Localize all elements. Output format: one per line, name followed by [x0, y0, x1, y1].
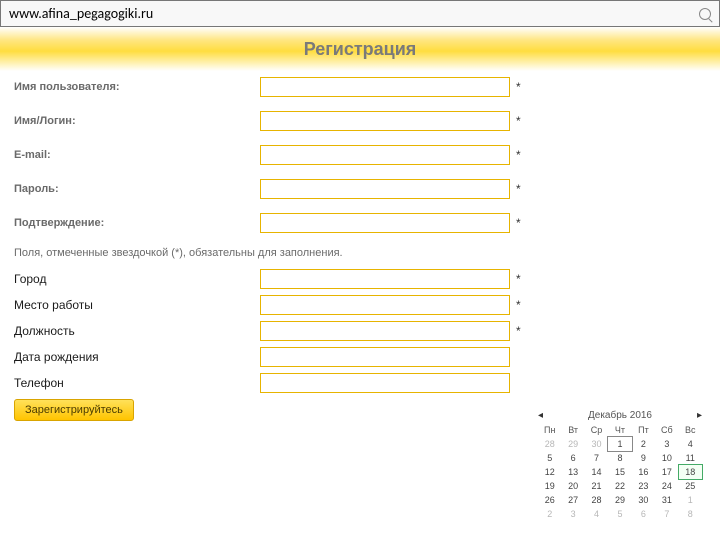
form-row: Имя пользователя: *	[14, 77, 706, 97]
cal-month: Декабрь 2016	[588, 410, 652, 421]
cal-day[interactable]: 5	[538, 451, 561, 465]
cal-day[interactable]: 19	[538, 479, 561, 493]
text-input[interactable]	[260, 269, 510, 289]
cal-day[interactable]: 26	[538, 493, 561, 507]
cal-day[interactable]: 31	[655, 493, 678, 507]
cal-day[interactable]: 6	[632, 507, 655, 521]
field-label: Имя пользователя:	[14, 81, 260, 93]
cal-day[interactable]: 16	[632, 465, 655, 479]
url-bar: www.afina_pegagogiki.ru	[0, 0, 720, 27]
cal-day[interactable]: 4	[585, 507, 608, 521]
required-star: *	[516, 324, 521, 338]
cal-day[interactable]: 11	[679, 451, 702, 465]
cal-dow: Вс	[679, 423, 702, 437]
text-input[interactable]	[260, 347, 510, 367]
text-input[interactable]	[260, 213, 510, 233]
cal-day[interactable]: 14	[585, 465, 608, 479]
cal-day[interactable]: 6	[561, 451, 584, 465]
page-title: Регистрация	[304, 39, 417, 60]
field-label: Подтверждение:	[14, 217, 260, 229]
cal-day[interactable]: 2	[632, 437, 655, 451]
required-star: *	[516, 148, 521, 162]
cal-day[interactable]: 24	[655, 479, 678, 493]
cal-day[interactable]: 30	[632, 493, 655, 507]
form-row: Город *	[14, 269, 706, 289]
form-row: Должность *	[14, 321, 706, 341]
form-row: E-mail: *	[14, 145, 706, 165]
cal-day[interactable]: 17	[655, 465, 678, 479]
cal-day[interactable]: 3	[561, 507, 584, 521]
required-star: *	[516, 182, 521, 196]
required-star: *	[516, 298, 521, 312]
text-input[interactable]	[260, 111, 510, 131]
cal-day[interactable]: 8	[608, 451, 631, 465]
field-label: Дата рождения	[14, 350, 260, 364]
form-row: Дата рождения	[14, 347, 706, 367]
text-input[interactable]	[260, 77, 510, 97]
field-label: Пароль:	[14, 183, 260, 195]
cal-day[interactable]: 25	[679, 479, 702, 493]
field-label: Должность	[14, 324, 260, 338]
cal-day[interactable]: 10	[655, 451, 678, 465]
cal-dow: Пт	[632, 423, 655, 437]
search-icon[interactable]	[699, 8, 711, 20]
cal-prev[interactable]: ◂	[538, 410, 543, 421]
form-row: Имя/Логин: *	[14, 111, 706, 131]
cal-day[interactable]: 7	[585, 451, 608, 465]
cal-day[interactable]: 30	[585, 437, 608, 451]
required-star: *	[516, 80, 521, 94]
required-note: Поля, отмеченные звездочкой (*), обязате…	[14, 247, 706, 259]
text-input[interactable]	[260, 295, 510, 315]
cal-day[interactable]: 22	[608, 479, 631, 493]
text-input[interactable]	[260, 179, 510, 199]
cal-day[interactable]: 29	[561, 437, 584, 451]
date-picker[interactable]: ◂ Декабрь 2016 ▸ ПнВтСрЧтПтСбВс 28293012…	[538, 410, 702, 521]
cal-day[interactable]: 18	[679, 465, 702, 479]
cal-day[interactable]: 1	[608, 437, 631, 451]
text-input[interactable]	[260, 373, 510, 393]
cal-day[interactable]: 7	[655, 507, 678, 521]
page-url: www.afina_pegagogiki.ru	[9, 5, 153, 22]
cal-day[interactable]: 21	[585, 479, 608, 493]
cal-day[interactable]: 9	[632, 451, 655, 465]
cal-day[interactable]: 28	[538, 437, 561, 451]
page-title-bar: Регистрация	[0, 27, 720, 71]
cal-dow: Чт	[608, 423, 631, 437]
cal-day[interactable]: 28	[585, 493, 608, 507]
field-label: E-mail:	[14, 149, 260, 161]
required-star: *	[516, 216, 521, 230]
cal-day[interactable]: 20	[561, 479, 584, 493]
cal-day[interactable]: 27	[561, 493, 584, 507]
cal-next[interactable]: ▸	[697, 410, 702, 421]
required-star: *	[516, 114, 521, 128]
cal-day[interactable]: 2	[538, 507, 561, 521]
field-label: Место работы	[14, 298, 260, 312]
cal-day[interactable]: 1	[679, 493, 702, 507]
field-label: Город	[14, 272, 260, 286]
form-row: Место работы *	[14, 295, 706, 315]
register-button[interactable]: Зарегистрируйтесь	[14, 399, 134, 421]
text-input[interactable]	[260, 145, 510, 165]
cal-day[interactable]: 4	[679, 437, 702, 451]
cal-dow: Вт	[561, 423, 584, 437]
cal-dow: Сб	[655, 423, 678, 437]
field-label: Имя/Логин:	[14, 115, 260, 127]
cal-dow: Ср	[585, 423, 608, 437]
cal-day[interactable]: 15	[608, 465, 631, 479]
calendar-grid: ПнВтСрЧтПтСбВс 2829301234567891011121314…	[538, 423, 702, 521]
cal-day[interactable]: 3	[655, 437, 678, 451]
cal-day[interactable]: 5	[608, 507, 631, 521]
required-star: *	[516, 272, 521, 286]
form-row: Телефон	[14, 373, 706, 393]
cal-day[interactable]: 23	[632, 479, 655, 493]
form-row: Подтверждение: *	[14, 213, 706, 233]
field-label: Телефон	[14, 376, 260, 390]
cal-day[interactable]: 8	[679, 507, 702, 521]
cal-day[interactable]: 12	[538, 465, 561, 479]
text-input[interactable]	[260, 321, 510, 341]
cal-day[interactable]: 13	[561, 465, 584, 479]
cal-day[interactable]: 29	[608, 493, 631, 507]
form-row: Пароль: *	[14, 179, 706, 199]
cal-dow: Пн	[538, 423, 561, 437]
